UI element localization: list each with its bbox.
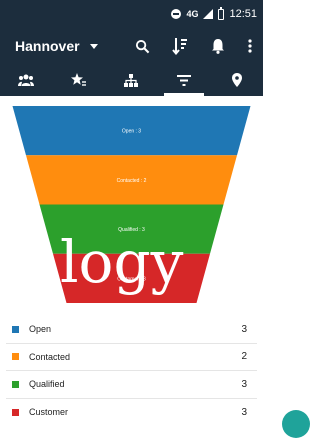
legend-value: 3	[241, 406, 247, 418]
dropdown-caret-icon[interactable]	[89, 43, 98, 49]
funnel-label: Open : 3	[122, 129, 141, 135]
tab-bar	[0, 64, 263, 96]
tab-contacts[interactable]	[0, 64, 53, 96]
legend-swatch	[12, 380, 19, 388]
tab-map[interactable]	[210, 64, 263, 96]
filter-icon	[177, 74, 192, 86]
network-type: 4G	[186, 9, 199, 19]
app-title[interactable]: Hannover	[15, 38, 80, 54]
legend-swatch	[12, 353, 19, 361]
search-button[interactable]	[123, 28, 161, 64]
legend-item-customer[interactable]: Customer 3	[6, 399, 257, 427]
legend-item-contacted[interactable]: Contacted 2	[6, 344, 257, 371]
location-pin-icon	[231, 73, 242, 87]
legend-item-qualified[interactable]: Qualified 3	[6, 371, 257, 399]
legend-label: Contacted	[29, 351, 71, 362]
battery-icon	[218, 6, 225, 20]
sort-icon	[172, 38, 187, 55]
tab-favorites[interactable]	[53, 64, 106, 96]
legend-label: Qualified	[29, 379, 65, 390]
star-icon	[71, 73, 87, 86]
status-bar: 4G 12:51	[0, 0, 263, 28]
legend-value: 3	[241, 323, 247, 335]
legend-label: Customer	[29, 407, 69, 418]
more-vert-icon	[248, 39, 252, 53]
watermark-text: logy	[60, 228, 184, 296]
floating-action-button[interactable]	[282, 410, 310, 438]
tab-hierarchy[interactable]	[105, 64, 158, 96]
legend-swatch	[12, 408, 19, 416]
funnel-chart: Open : 3Contacted : 2Qualified : 3Custom…	[12, 106, 251, 303]
legend: Open 3 Contacted 2 Qualified 3 Customer …	[0, 316, 263, 426]
people-icon	[18, 74, 35, 86]
legend-swatch	[12, 325, 19, 333]
notifications-button[interactable]	[199, 28, 237, 64]
legend-value: 2	[241, 351, 247, 363]
status-clock: 12:51	[229, 8, 257, 20]
app-actions	[123, 28, 263, 64]
legend-value: 3	[241, 378, 247, 390]
signal-icon	[203, 9, 214, 19]
legend-label: Open	[29, 324, 52, 335]
do-not-disturb-icon	[171, 9, 182, 19]
sort-button[interactable]	[161, 28, 199, 64]
funnel-label: Contacted : 2	[117, 178, 147, 184]
app-bar: Hannover	[0, 28, 263, 64]
bell-icon	[212, 39, 224, 54]
hierarchy-icon	[124, 73, 139, 87]
more-options-button[interactable]	[237, 28, 263, 64]
search-icon	[135, 39, 149, 53]
legend-item-open[interactable]: Open 3	[6, 316, 257, 344]
tab-funnel[interactable]	[158, 64, 211, 96]
